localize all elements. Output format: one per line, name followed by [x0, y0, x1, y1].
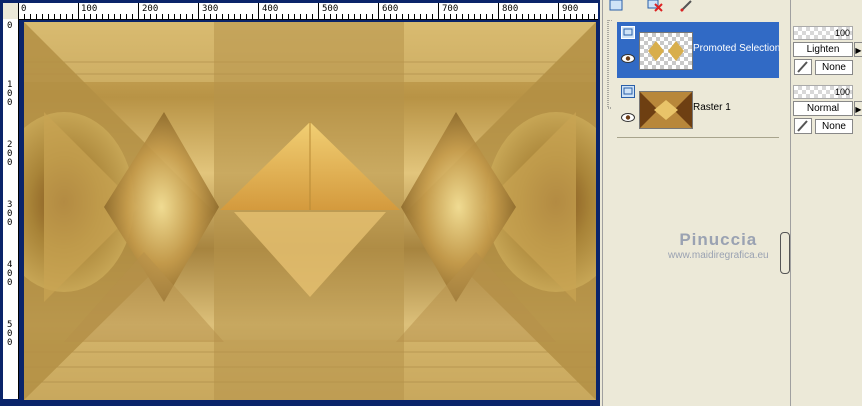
mask-brush-icon: [794, 59, 812, 75]
opacity-slider[interactable]: 100: [793, 85, 853, 99]
blend-mode-select[interactable]: Normal: [793, 101, 853, 116]
visibility-eye-icon[interactable]: [621, 54, 635, 63]
thumbnail-preview: [640, 92, 692, 128]
horizontal-ruler: 0 100 200 300 400 500 600 700 800 900: [18, 3, 598, 20]
layer-row-promoted-selection[interactable]: Promoted Selection: [617, 22, 781, 78]
thumbnail-preview: [648, 41, 684, 61]
watermark-url: www.maidiregrafica.eu: [668, 250, 769, 261]
vertical-ruler: 0 1 0 0 2 0 0 3 0 0 4 0 0 5 0 0: [3, 19, 19, 399]
panel-splitter-handle[interactable]: [780, 232, 790, 274]
layer-properties-panel: 100 Lighten ▶ None 100 Normal ▶ None: [790, 0, 862, 406]
kaleidoscope-artwork: [24, 22, 596, 400]
visibility-eye-icon[interactable]: [621, 113, 635, 122]
ruler-ticks: [18, 3, 595, 19]
mask-select[interactable]: None: [815, 60, 853, 75]
layer-thumbnail: [639, 32, 693, 70]
edit-layer-icon[interactable]: [679, 0, 695, 12]
ruler-label: 4 0 0: [7, 260, 13, 288]
ruler-label: 1 0 0: [7, 80, 13, 108]
opacity-slider[interactable]: 100: [793, 26, 853, 40]
canvas-area[interactable]: 0 100 200 300 400 500 600 700 800 900 0 …: [0, 0, 600, 406]
mask-select[interactable]: None: [815, 119, 853, 134]
delete-layer-icon[interactable]: [647, 0, 663, 12]
layer-name: Promoted Selection: [693, 43, 781, 54]
blend-mode-dropdown-arrow[interactable]: ▶: [854, 101, 862, 116]
ruler-corner: [3, 3, 18, 19]
ruler-label: 5 0 0: [7, 320, 13, 348]
raster-layer-icon: [621, 26, 635, 39]
layer-thumbnail: [639, 91, 693, 129]
watermark-name: Pinuccia: [679, 230, 758, 249]
layers-panel: Promoted Selection Raster 1: [602, 0, 788, 406]
layers-toolbar: [603, 0, 788, 14]
watermark: Pinuccia www.maidiregrafica.eu: [668, 230, 769, 261]
mask-brush-icon: [794, 118, 812, 134]
document-image[interactable]: [24, 22, 596, 400]
layer-divider: [617, 137, 779, 138]
blend-mode-select[interactable]: Lighten: [793, 42, 853, 57]
layer-name: Raster 1: [693, 102, 731, 113]
raster-layer-icon: [621, 85, 635, 98]
group-bracket: [607, 20, 612, 109]
new-layer-icon[interactable]: [608, 0, 624, 12]
ruler-label: 0: [7, 21, 13, 31]
blend-mode-dropdown-arrow[interactable]: ▶: [854, 42, 862, 57]
ruler-label: 2 0 0: [7, 140, 13, 168]
layer-row-raster-1[interactable]: Raster 1: [617, 81, 779, 137]
ruler-label: 3 0 0: [7, 200, 13, 228]
